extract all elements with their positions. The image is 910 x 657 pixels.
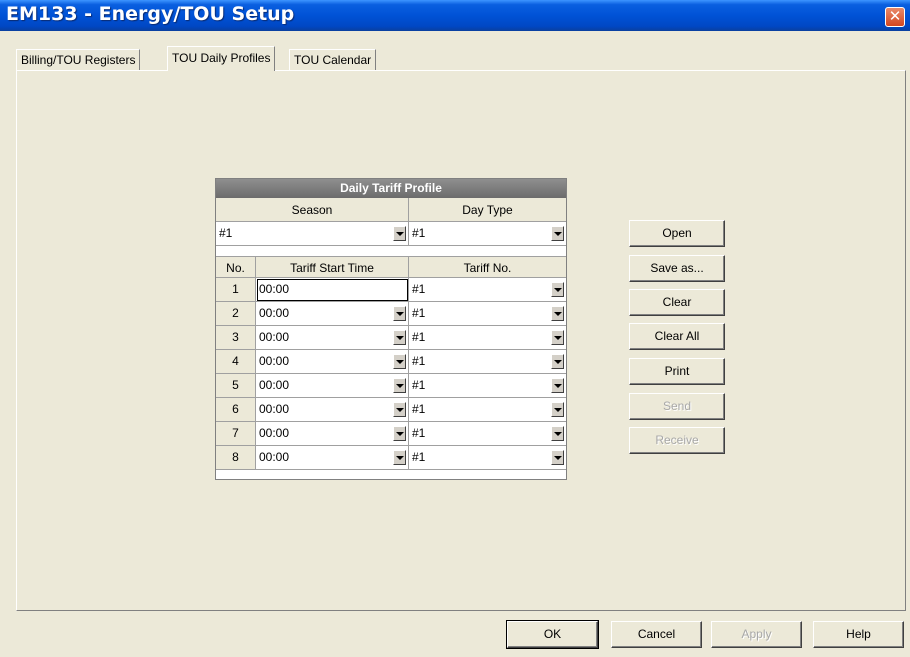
table-row: 4 00:00 #1 bbox=[216, 350, 566, 374]
tariff-select[interactable]: #1 bbox=[409, 326, 566, 350]
season-header: Season bbox=[216, 198, 409, 222]
chevron-down-icon[interactable] bbox=[393, 354, 406, 369]
chevron-down-icon[interactable] bbox=[551, 306, 564, 321]
start-time-select[interactable]: 00:00 bbox=[256, 326, 409, 350]
tariff-value: #1 bbox=[412, 450, 426, 464]
print-button[interactable]: Print bbox=[629, 358, 725, 385]
table-row: 3 00:00 #1 bbox=[216, 326, 566, 350]
chevron-down-icon[interactable] bbox=[393, 378, 406, 393]
chevron-down-icon[interactable] bbox=[551, 226, 564, 241]
tariff-value: #1 bbox=[412, 354, 426, 368]
cancel-button[interactable]: Cancel bbox=[611, 621, 702, 648]
col-header-start-time: Tariff Start Time bbox=[256, 256, 409, 278]
start-time-value: 00:00 bbox=[259, 282, 290, 296]
start-time-select[interactable]: 00:00 bbox=[256, 374, 409, 398]
day-type-select[interactable]: #1 bbox=[409, 222, 566, 246]
table-row: 7 00:00 #1 bbox=[216, 422, 566, 446]
tariff-value: #1 bbox=[412, 282, 426, 296]
tariff-value: #1 bbox=[412, 426, 426, 440]
tariff-value: #1 bbox=[412, 306, 426, 320]
help-button[interactable]: Help bbox=[813, 621, 904, 648]
tariff-value: #1 bbox=[412, 378, 426, 392]
tariff-select[interactable]: #1 bbox=[409, 398, 566, 422]
start-time-value: 00:00 bbox=[259, 378, 290, 392]
chevron-down-icon[interactable] bbox=[551, 330, 564, 345]
start-time-value: 00:00 bbox=[259, 426, 290, 440]
apply-button[interactable]: Apply bbox=[711, 621, 802, 648]
chevron-down-icon[interactable] bbox=[393, 330, 406, 345]
chevron-down-icon[interactable] bbox=[393, 402, 406, 417]
start-time-value: 00:00 bbox=[259, 354, 290, 368]
chevron-down-icon[interactable] bbox=[551, 426, 564, 441]
tab-tou-daily-profiles[interactable]: TOU Daily Profiles bbox=[167, 46, 276, 71]
table-row: 6 00:00 #1 bbox=[216, 398, 566, 422]
tariff-select[interactable]: #1 bbox=[409, 350, 566, 374]
start-time-field[interactable]: 00:00 bbox=[256, 278, 409, 302]
table-title: Daily Tariff Profile bbox=[216, 179, 566, 198]
receive-button[interactable]: Receive bbox=[629, 427, 725, 454]
row-number: 1 bbox=[216, 278, 256, 302]
season-value: #1 bbox=[219, 226, 233, 240]
row-number: 8 bbox=[216, 446, 256, 470]
row-number: 3 bbox=[216, 326, 256, 350]
table-row: 5 00:00 #1 bbox=[216, 374, 566, 398]
row-number: 4 bbox=[216, 350, 256, 374]
start-time-value: 00:00 bbox=[259, 450, 290, 464]
row-number: 6 bbox=[216, 398, 256, 422]
tariff-value: #1 bbox=[412, 402, 426, 416]
start-time-select[interactable]: 00:00 bbox=[256, 422, 409, 446]
start-time-select[interactable]: 00:00 bbox=[256, 350, 409, 374]
save-as-button[interactable]: Save as... bbox=[629, 255, 725, 282]
chevron-down-icon[interactable] bbox=[393, 226, 406, 241]
col-header-tariff-no: Tariff No. bbox=[409, 256, 566, 278]
chevron-down-icon[interactable] bbox=[551, 450, 564, 465]
table-row: 2 00:00 #1 bbox=[216, 302, 566, 326]
day-type-value: #1 bbox=[412, 226, 426, 240]
tariff-select[interactable]: #1 bbox=[409, 278, 566, 302]
season-select[interactable]: #1 bbox=[216, 222, 409, 246]
row-number: 5 bbox=[216, 374, 256, 398]
title-bar: EM133 - Energy/TOU Setup ✕ bbox=[0, 0, 910, 31]
chevron-down-icon[interactable] bbox=[551, 402, 564, 417]
tariff-select[interactable]: #1 bbox=[409, 446, 566, 470]
close-button[interactable]: ✕ bbox=[885, 7, 905, 27]
chevron-down-icon[interactable] bbox=[551, 378, 564, 393]
tab-billing-tou-registers[interactable]: Billing/TOU Registers bbox=[16, 49, 141, 70]
row-number: 2 bbox=[216, 302, 256, 326]
chevron-down-icon[interactable] bbox=[393, 450, 406, 465]
clear-all-button[interactable]: Clear All bbox=[629, 323, 725, 350]
start-time-select[interactable]: 00:00 bbox=[256, 302, 409, 326]
table-row: 1 00:00 #1 bbox=[216, 278, 566, 302]
start-time-select[interactable]: 00:00 bbox=[256, 398, 409, 422]
start-time-value: 00:00 bbox=[259, 330, 290, 344]
tariff-value: #1 bbox=[412, 330, 426, 344]
send-button[interactable]: Send bbox=[629, 393, 725, 420]
open-button[interactable]: Open bbox=[629, 220, 725, 247]
clear-button[interactable]: Clear bbox=[629, 289, 725, 316]
table-row: 8 00:00 #1 bbox=[216, 446, 566, 470]
chevron-down-icon[interactable] bbox=[551, 282, 564, 297]
start-time-select[interactable]: 00:00 bbox=[256, 446, 409, 470]
row-number: 7 bbox=[216, 422, 256, 446]
tariff-select[interactable]: #1 bbox=[409, 374, 566, 398]
daily-tariff-profile-table: Daily Tariff Profile Season Day Type #1 … bbox=[215, 178, 567, 480]
start-time-value: 00:00 bbox=[259, 402, 290, 416]
chevron-down-icon[interactable] bbox=[393, 426, 406, 441]
ok-button[interactable]: OK bbox=[506, 620, 599, 649]
col-header-no: No. bbox=[216, 256, 256, 278]
tariff-select[interactable]: #1 bbox=[409, 422, 566, 446]
start-time-value: 00:00 bbox=[259, 306, 290, 320]
tab-tou-calendar[interactable]: TOU Calendar bbox=[289, 49, 377, 70]
window-title: EM133 - Energy/TOU Setup bbox=[6, 3, 295, 25]
tariff-select[interactable]: #1 bbox=[409, 302, 566, 326]
day-type-header: Day Type bbox=[409, 198, 566, 222]
chevron-down-icon[interactable] bbox=[551, 354, 564, 369]
chevron-down-icon[interactable] bbox=[393, 306, 406, 321]
